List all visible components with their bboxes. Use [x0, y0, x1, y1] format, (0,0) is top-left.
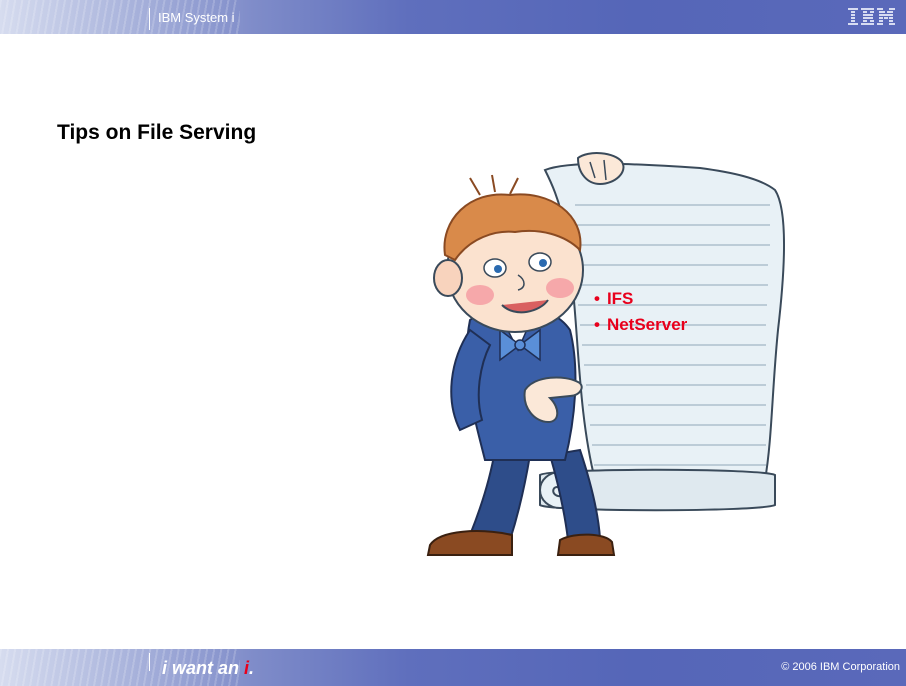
header-bar: IBM System i [0, 0, 906, 34]
header-divider [149, 8, 150, 30]
bullet-item: • IFS [594, 286, 687, 312]
bullet-item: • NetServer [594, 312, 687, 338]
footer-bar: i want an i. © 2006 IBM Corporation [0, 649, 906, 686]
bullet-text: IFS [606, 289, 634, 308]
footer-divider [149, 653, 150, 671]
slide-title: Tips on File Serving [57, 121, 257, 144]
bullet-marker: • [594, 289, 600, 308]
bullet-list: • IFS • NetServer [594, 286, 687, 338]
tagline-end: . [249, 658, 255, 678]
header-title: IBM System i [158, 10, 235, 25]
copyright-notice: © 2006 IBM Corporation [781, 661, 900, 673]
boy-with-scroll-illustration [426, 152, 785, 556]
tagline: i want an i. [162, 658, 254, 679]
ibm-logo-icon [848, 8, 895, 25]
bullet-text: NetServer [606, 315, 688, 334]
tagline-main: i want an [162, 658, 245, 678]
slide: IBM System i Tips on File Serving • IFS … [0, 0, 906, 686]
bullet-marker: • [594, 315, 600, 334]
